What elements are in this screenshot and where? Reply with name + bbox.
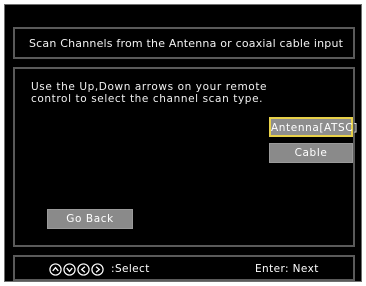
down-arrow-icon xyxy=(63,262,76,276)
go-back-button[interactable]: Go Back xyxy=(47,209,133,229)
title-bar: Scan Channels from the Antenna or coaxia… xyxy=(13,27,355,59)
cable-option-button[interactable]: Cable xyxy=(269,143,353,163)
page-title: Scan Channels from the Antenna or coaxia… xyxy=(29,37,344,50)
antenna-option-button[interactable]: Antenna[ATSC] xyxy=(269,117,357,137)
right-arrow-icon xyxy=(91,262,104,276)
instruction-line-2: control to select the channel scan type. xyxy=(31,93,264,105)
instruction-text: Use the Up,Down arrows on your remote co… xyxy=(31,81,268,105)
content-panel: Use the Up,Down arrows on your remote co… xyxy=(13,67,357,247)
left-arrow-icon xyxy=(77,262,90,276)
select-hint-label: :Select xyxy=(111,263,150,275)
footer-bar: :Select Enter: Next xyxy=(13,255,355,281)
enter-next-hint-label: Enter: Next xyxy=(255,263,319,275)
instruction-line-1: Use the Up,Down arrows on your remote xyxy=(31,81,268,93)
nav-icons-group xyxy=(49,261,104,277)
tv-screen: Scan Channels from the Antenna or coaxia… xyxy=(4,4,362,282)
up-arrow-icon xyxy=(49,262,62,276)
